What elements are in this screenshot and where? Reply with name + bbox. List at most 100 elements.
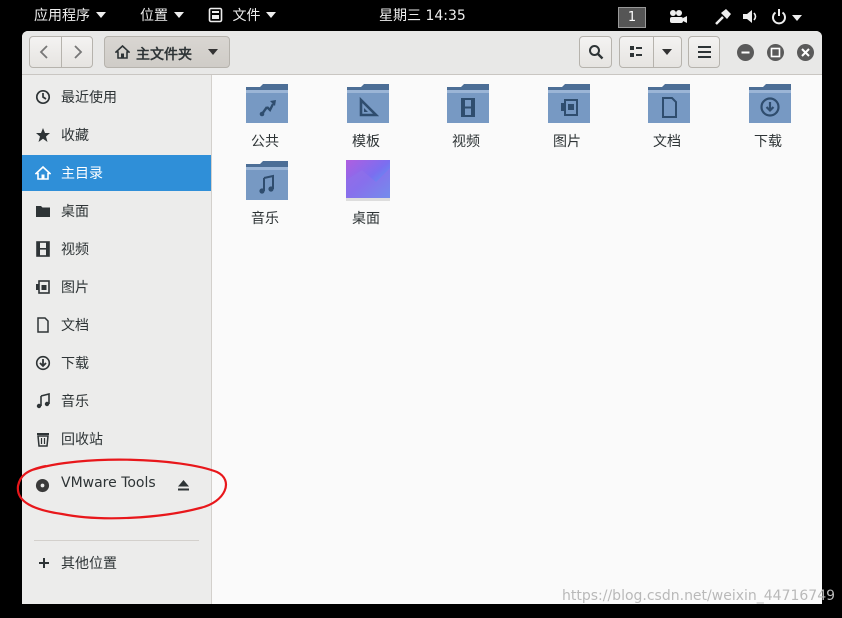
- file-item-label: 视频: [452, 134, 480, 150]
- video-folder-icon: [447, 84, 489, 123]
- sidebar-item-label: 回收站: [61, 432, 103, 448]
- close-button[interactable]: [797, 44, 814, 61]
- search-button[interactable]: [579, 36, 612, 68]
- forward-button[interactable]: [70, 44, 84, 60]
- people-icon[interactable]: [668, 9, 688, 24]
- downloads-folder-icon: [749, 84, 791, 123]
- workspace-indicator[interactable]: 1: [618, 7, 646, 28]
- file-item-public[interactable]: 公共: [215, 75, 315, 151]
- watermark: https://blog.csdn.net/weixin_44716749: [562, 588, 836, 604]
- sidebar-item-home[interactable]: 主目录: [22, 155, 211, 191]
- file-item-label: 文档: [653, 134, 681, 150]
- file-item-downloads[interactable]: 下载: [718, 75, 818, 151]
- system-menu-chevron-icon[interactable]: [792, 15, 802, 21]
- folder-icon: [36, 206, 50, 217]
- clock[interactable]: 星期三 14:35: [379, 0, 466, 32]
- download-icon: [35, 355, 51, 371]
- hamburger-menu-icon: [698, 46, 711, 58]
- chevron-right-icon: [74, 45, 83, 59]
- desktop-folder-icon: [346, 160, 390, 201]
- trash-icon: [37, 433, 49, 447]
- sidebar-item-downloads[interactable]: 下载: [22, 345, 211, 381]
- sidebar-item-vmware-tools[interactable]: VMware Tools: [22, 467, 211, 503]
- home-icon: [115, 45, 130, 59]
- applications-menu[interactable]: 应用程序: [34, 0, 106, 32]
- view-options-button[interactable]: [619, 36, 682, 68]
- music-folder-icon: [246, 161, 288, 200]
- sidebar-item-label: 图片: [61, 280, 89, 296]
- file-item-videos[interactable]: 视频: [416, 75, 516, 151]
- minimize-button[interactable]: [737, 44, 754, 61]
- minimize-icon: [741, 51, 750, 54]
- share-folder-icon: [246, 84, 288, 123]
- maximize-icon: [770, 47, 781, 58]
- maximize-button[interactable]: [767, 44, 784, 61]
- close-icon: [801, 48, 810, 57]
- clock-icon: [35, 89, 51, 105]
- file-item-label: 桌面: [352, 211, 380, 227]
- sidebar-item-documents[interactable]: 文档: [22, 307, 211, 343]
- file-item-documents[interactable]: 文档: [617, 75, 717, 151]
- file-item-templates[interactable]: 模板: [316, 75, 416, 151]
- sidebar-item-starred[interactable]: 收藏: [22, 117, 211, 153]
- files-app-label: 文件: [232, 8, 261, 24]
- file-item-desktop[interactable]: 桌面: [316, 152, 416, 228]
- file-item-label: 下载: [754, 134, 782, 150]
- sidebar-item-label: 收藏: [61, 128, 89, 144]
- list-view-icon: [630, 46, 642, 57]
- chevron-left-icon: [39, 45, 48, 59]
- document-icon: [37, 317, 49, 333]
- sidebar-item-label: 下载: [61, 356, 89, 372]
- file-item-label: 音乐: [251, 211, 279, 227]
- chevron-down-icon: [96, 12, 106, 18]
- network-wired-icon[interactable]: [714, 8, 732, 25]
- path-bar-home-button[interactable]: 主文件夹: [104, 36, 230, 68]
- music-icon: [36, 393, 50, 409]
- pictures-folder-icon: [548, 84, 590, 123]
- header-bar: 主文件夹: [22, 31, 822, 75]
- sidebar-item-label: 音乐: [61, 394, 89, 410]
- sidebar-item-music[interactable]: 音乐: [22, 383, 211, 419]
- applications-menu-label: 应用程序: [34, 8, 90, 24]
- sidebar: 最近使用 收藏 主目录 桌面 视频 图片 文档 下载 音乐 回收站 VMware…: [22, 75, 212, 604]
- files-app-icon: [208, 7, 223, 22]
- plus-icon: [39, 558, 49, 568]
- top-bar: 应用程序 位置 文件 星期三 14:35 1: [0, 0, 842, 32]
- places-menu-label: 位置: [140, 8, 168, 24]
- sidebar-item-label: 桌面: [61, 204, 89, 220]
- sidebar-item-pictures[interactable]: 图片: [22, 269, 211, 305]
- file-item-pictures[interactable]: 图片: [517, 75, 617, 151]
- sidebar-item-other-locations[interactable]: 其他位置: [22, 545, 211, 581]
- sidebar-item-recent[interactable]: 最近使用: [22, 79, 211, 115]
- chevron-down-icon: [662, 49, 672, 55]
- file-manager-window: 主文件夹 最近使用 收藏 主目录 桌面 视频 图片 文档 下载 音乐 回收站 V…: [22, 31, 822, 604]
- back-button[interactable]: [38, 44, 52, 60]
- sidebar-item-desktop[interactable]: 桌面: [22, 193, 211, 229]
- sidebar-item-videos[interactable]: 视频: [22, 231, 211, 267]
- eject-icon[interactable]: [177, 479, 190, 492]
- file-item-label: 模板: [352, 134, 380, 150]
- search-icon: [589, 45, 604, 60]
- navigation-buttons: [29, 36, 93, 68]
- sidebar-item-label: VMware Tools: [61, 475, 156, 491]
- star-icon: [36, 128, 50, 142]
- path-bar-label: 主文件夹: [136, 47, 192, 63]
- volume-icon[interactable]: [742, 9, 759, 24]
- chevron-down-icon: [208, 49, 218, 55]
- sidebar-separator: [34, 540, 199, 541]
- disc-icon: [35, 478, 50, 493]
- chevron-down-icon: [266, 12, 277, 18]
- chevron-down-icon: [174, 12, 184, 18]
- file-item-music[interactable]: 音乐: [215, 152, 315, 228]
- file-item-label: 图片: [553, 134, 581, 150]
- menu-button[interactable]: [688, 36, 720, 68]
- sidebar-item-label: 最近使用: [61, 90, 117, 106]
- film-icon: [36, 241, 50, 257]
- sidebar-item-trash[interactable]: 回收站: [22, 421, 211, 457]
- sidebar-item-label: 文档: [61, 318, 89, 334]
- files-app-menu[interactable]: 文件: [208, 0, 277, 32]
- places-menu[interactable]: 位置: [140, 0, 184, 32]
- file-item-label: 公共: [251, 134, 279, 150]
- power-icon[interactable]: [771, 8, 787, 25]
- sidebar-item-label: 主目录: [61, 166, 103, 182]
